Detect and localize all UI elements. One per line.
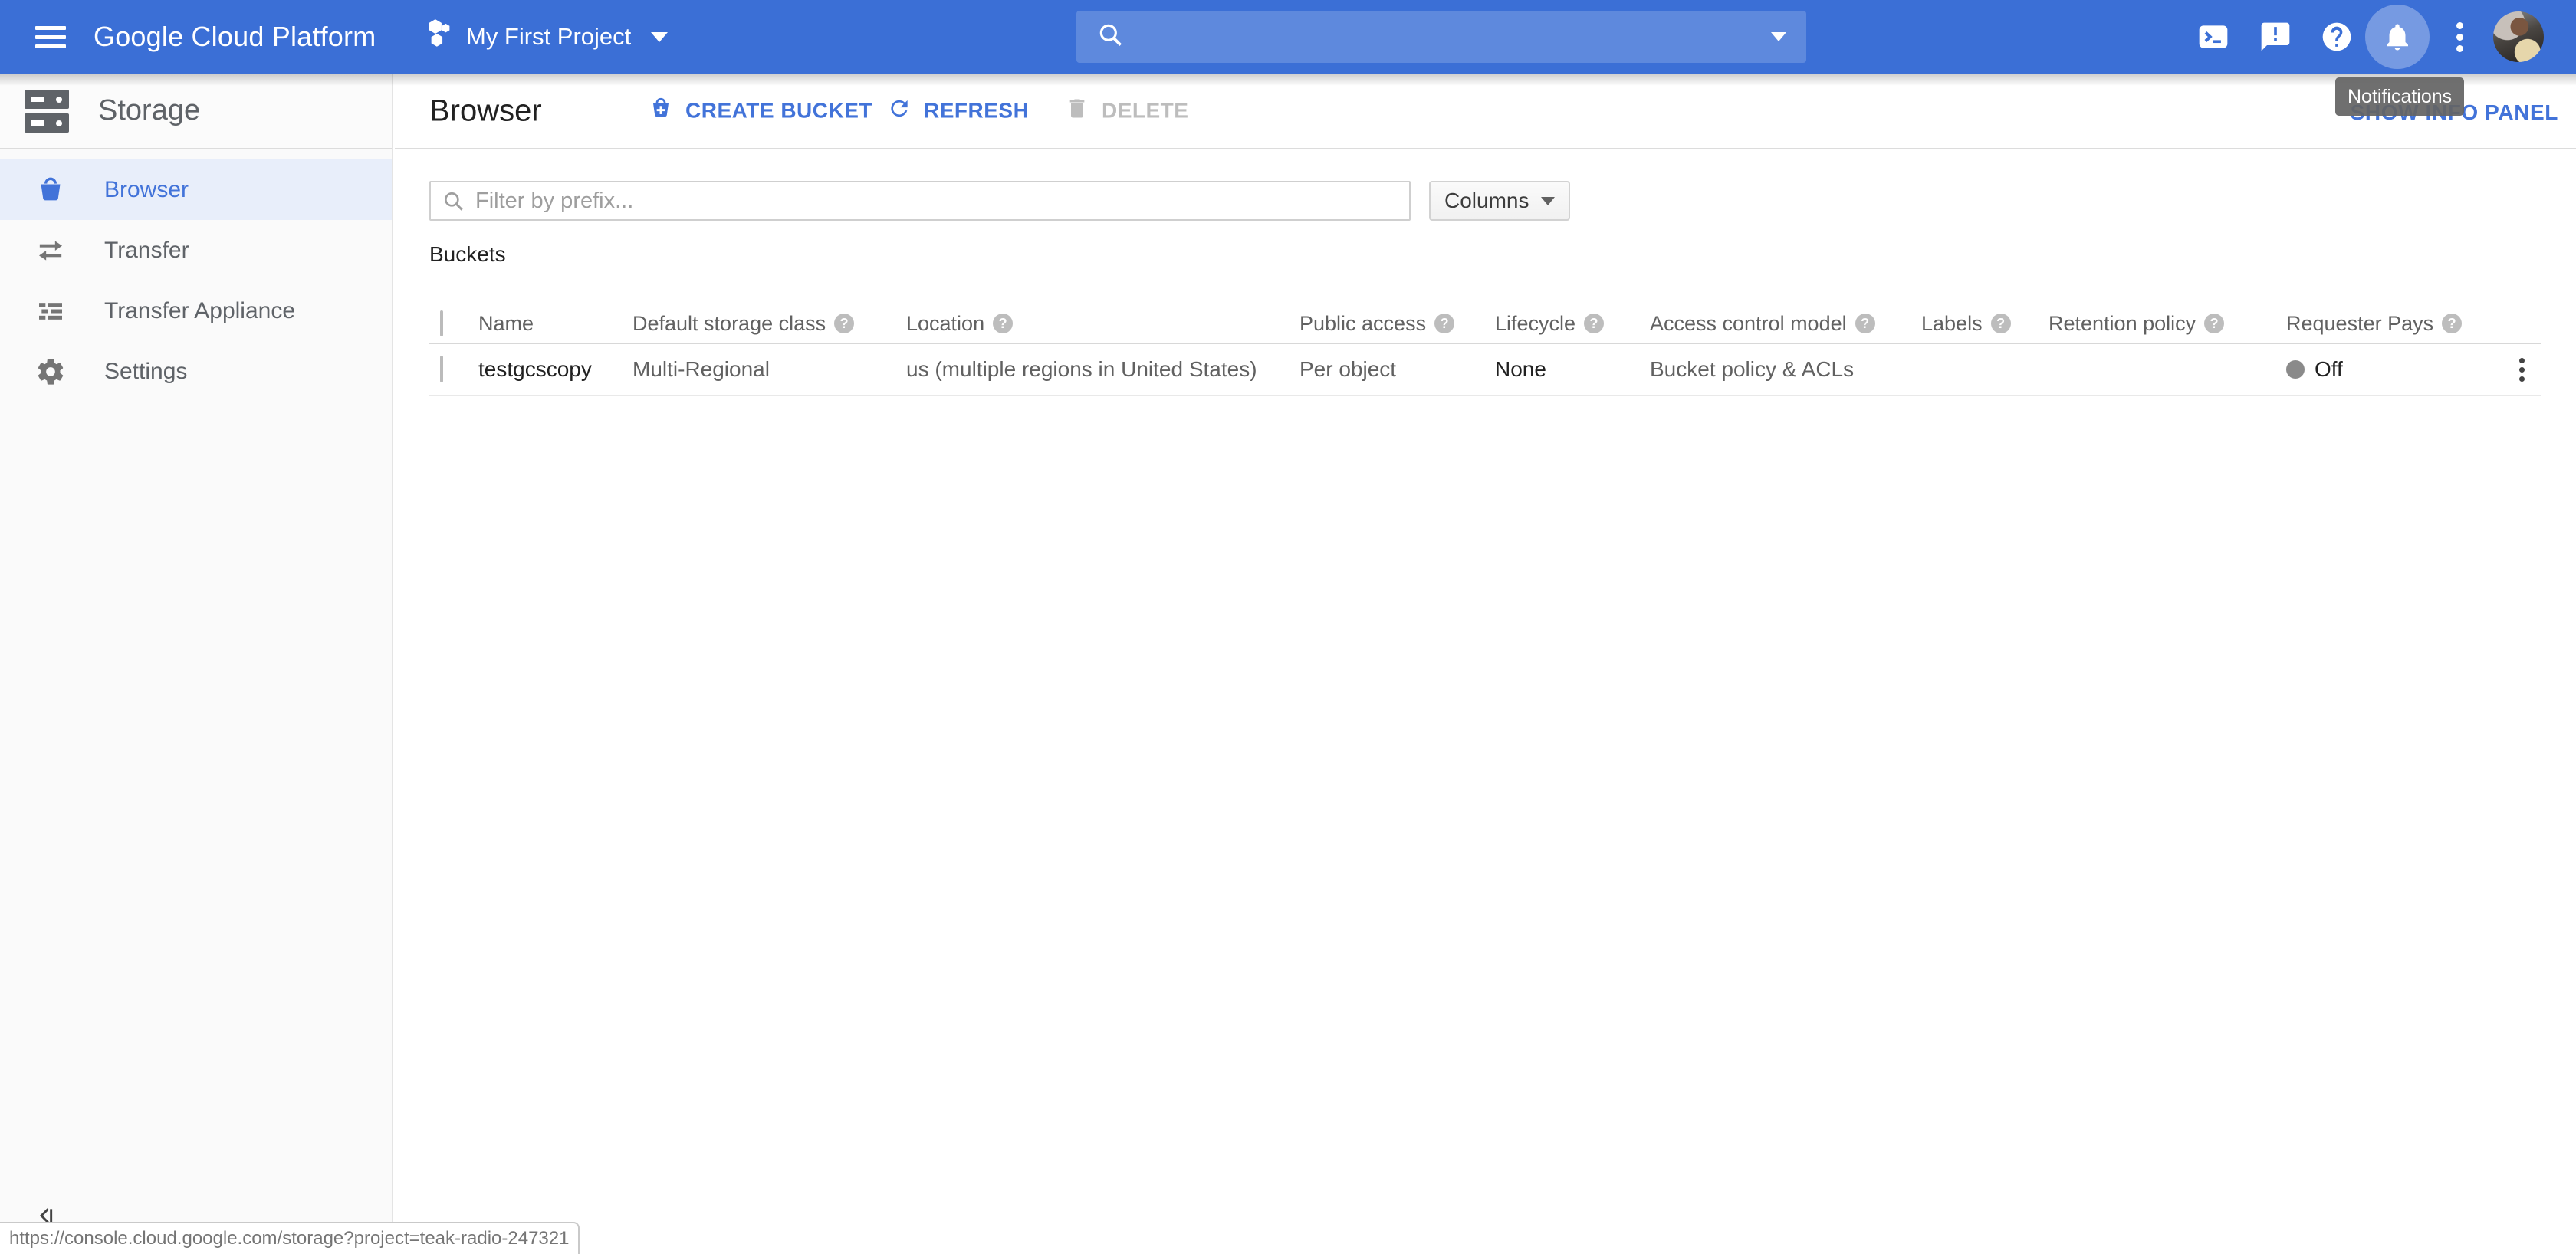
create-bucket-button[interactable]: CREATE BUCKET <box>649 96 872 126</box>
sidebar-item-label: Transfer Appliance <box>104 298 295 324</box>
row-checkbox[interactable] <box>440 356 443 382</box>
refresh-button[interactable]: REFRESH <box>887 96 1029 126</box>
search-input[interactable] <box>1076 11 1806 63</box>
help-circle-icon[interactable]: ? <box>1991 314 2011 333</box>
user-avatar[interactable] <box>2493 11 2544 62</box>
help-circle-icon[interactable]: ? <box>2442 314 2462 333</box>
cell-access-control: Bucket policy & ACLs <box>1650 357 1921 382</box>
filter-by-prefix-input[interactable] <box>429 181 1411 221</box>
table-row: testgcscopy Multi-Regional us (multiple … <box>429 344 2542 396</box>
add-bucket-icon <box>649 96 673 126</box>
chevron-down-icon <box>651 32 668 42</box>
refresh-icon <box>887 96 912 126</box>
transfer-arrows-icon <box>35 235 66 266</box>
storage-product-icon <box>25 90 69 133</box>
help-circle-icon[interactable]: ? <box>1855 314 1875 333</box>
delete-button[interactable]: DELETE <box>1065 96 1188 126</box>
content-area: Columns Buckets Name Default storage cla… <box>395 181 2576 396</box>
sidebar-item-browser[interactable]: Browser <box>0 159 392 220</box>
notifications-tooltip: Notifications <box>2335 77 2464 116</box>
help-circle-icon[interactable]: ? <box>2204 314 2224 333</box>
hamburger-menu-icon[interactable] <box>35 21 66 52</box>
cell-public-access: Per object <box>1300 357 1495 382</box>
help-circle-icon[interactable]: ? <box>1434 314 1454 333</box>
feedback-icon[interactable] <box>2257 18 2294 55</box>
status-dot-icon <box>2286 360 2305 379</box>
select-all-checkbox[interactable] <box>440 310 443 336</box>
search-icon <box>1096 21 1125 54</box>
gcp-logo[interactable]: Google Cloud Platform <box>94 0 376 74</box>
product-title: Storage <box>98 94 200 127</box>
main-content: Browser CREATE BUCKET REFRESH <box>395 74 2576 1254</box>
notifications-bell-icon[interactable] <box>2365 5 2430 69</box>
cell-requester-pays: Off <box>2286 357 2509 382</box>
sidebar-item-label: Transfer <box>104 238 189 264</box>
columns-dropdown-button[interactable]: Columns <box>1429 181 1570 221</box>
buckets-table: Name Default storage class? Location? Pu… <box>429 304 2542 396</box>
cell-lifecycle: None <box>1495 357 1650 382</box>
buckets-section-label: Buckets <box>429 242 2542 267</box>
help-circle-icon[interactable]: ? <box>1584 314 1604 333</box>
cell-location: us (multiple regions in United States) <box>906 357 1300 382</box>
sidebar-item-settings[interactable]: Settings <box>0 341 392 402</box>
sidebar-header: Storage <box>0 74 392 149</box>
sidebar-nav: Browser Transfer Transfer A <box>0 159 392 402</box>
row-more-options-icon[interactable] <box>2512 358 2532 382</box>
table-header-row: Name Default storage class? Location? Pu… <box>429 304 2542 344</box>
sidebar-item-label: Browser <box>104 177 189 203</box>
bucket-name-link[interactable]: testgcscopy <box>478 357 632 382</box>
chevron-down-icon <box>1541 197 1555 205</box>
help-icon[interactable] <box>2318 18 2355 55</box>
page-header: Browser CREATE BUCKET REFRESH <box>395 74 2576 149</box>
project-hexagons-icon <box>426 16 452 57</box>
gear-icon <box>35 356 66 387</box>
help-circle-icon[interactable]: ? <box>834 314 854 333</box>
cloud-shell-icon[interactable] <box>2195 18 2232 55</box>
help-circle-icon[interactable]: ? <box>993 314 1013 333</box>
browser-status-url: https://console.cloud.google.com/storage… <box>0 1222 580 1254</box>
project-selector[interactable]: My First Project <box>426 0 668 74</box>
page-title: Browser <box>429 94 542 128</box>
sidebar: Storage Browser Transfer <box>0 74 393 1254</box>
appliance-list-icon <box>35 296 66 327</box>
more-options-icon[interactable] <box>2441 18 2478 55</box>
project-name: My First Project <box>466 23 631 51</box>
bucket-icon <box>35 175 66 205</box>
sidebar-item-label: Settings <box>104 359 187 385</box>
trash-icon <box>1065 96 1089 126</box>
filter-search-icon <box>442 189 466 214</box>
sidebar-item-transfer[interactable]: Transfer <box>0 220 392 281</box>
cell-storage-class: Multi-Regional <box>632 357 906 382</box>
top-app-bar: Google Cloud Platform My First Project <box>0 0 2576 74</box>
sidebar-item-transfer-appliance[interactable]: Transfer Appliance <box>0 281 392 341</box>
search-scope-chevron-icon[interactable] <box>1771 32 1786 41</box>
